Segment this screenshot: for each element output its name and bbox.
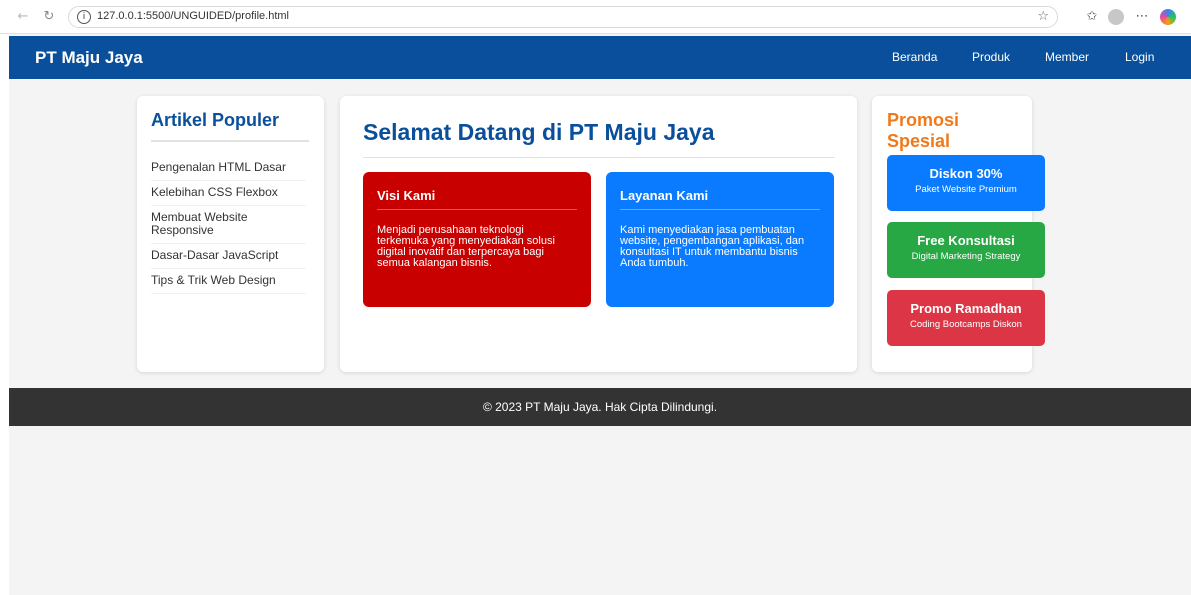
info-icon[interactable]: i: [77, 10, 91, 24]
favorites-icon[interactable]: ✩: [1082, 7, 1102, 27]
page-blank-area: [9, 426, 1191, 595]
nav-beranda[interactable]: Beranda: [892, 50, 937, 64]
article-link[interactable]: Dasar-Dasar JavaScript: [151, 244, 306, 269]
promo-heading: Diskon 30%: [929, 166, 1003, 181]
back-icon[interactable]: ←: [14, 8, 32, 26]
vision-title: Visi Kami: [377, 188, 577, 210]
services-text: Kami menyediakan jasa pembuatan website,…: [620, 224, 805, 269]
site-brand[interactable]: PT Maju Jaya: [35, 48, 143, 68]
browser-toolbar: ← ↻ i 127.0.0.1:5500/UNGUIDED/profile.ht…: [0, 0, 1191, 34]
promo-subtitle: Paket Website Premium: [915, 184, 1017, 195]
services-card: Layanan Kami Kami menyediakan jasa pembu…: [606, 172, 834, 307]
popular-articles-panel: Artikel Populer Pengenalan HTML Dasar Ke…: [137, 96, 324, 372]
article-link[interactable]: Tips & Trik Web Design: [151, 269, 306, 294]
promo-card-discount[interactable]: Diskon 30% Paket Website Premium: [887, 155, 1045, 211]
copilot-icon[interactable]: [1158, 7, 1178, 27]
promo-card-consultation[interactable]: Free Konsultasi Digital Marketing Strate…: [887, 222, 1045, 278]
sidebar-title: Artikel Populer: [151, 110, 309, 142]
promo-heading: Free Konsultasi: [917, 233, 1015, 248]
services-title: Layanan Kami: [620, 188, 820, 210]
nav-login[interactable]: Login: [1125, 50, 1154, 64]
main-content: Selamat Datang di PT Maju Jaya Visi Kami…: [340, 96, 857, 372]
more-icon[interactable]: ⋯: [1132, 7, 1152, 27]
promo-panel: Promosi Spesial Diskon 30% Paket Website…: [872, 96, 1045, 372]
article-link[interactable]: Kelebihan CSS Flexbox: [151, 181, 306, 206]
page-margin: [0, 34, 9, 595]
vision-card: Visi Kami Menjadi perusahaan teknologi t…: [363, 172, 591, 307]
star-icon[interactable]: ☆: [1037, 9, 1049, 24]
nav-produk[interactable]: Produk: [972, 50, 1010, 64]
article-link[interactable]: Pengenalan HTML Dasar: [151, 156, 306, 181]
promo-card-ramadhan[interactable]: Promo Ramadhan Coding Bootcamps Diskon: [887, 290, 1045, 346]
promo-subtitle: Digital Marketing Strategy: [911, 251, 1021, 262]
reload-icon[interactable]: ↻: [40, 8, 58, 26]
site-footer: © 2023 PT Maju Jaya. Hak Cipta Dilindung…: [9, 388, 1191, 426]
promo-subtitle: Coding Bootcamps Diskon: [910, 319, 1022, 330]
address-bar[interactable]: i 127.0.0.1:5500/UNGUIDED/profile.html ☆: [68, 6, 1058, 28]
page-title: Selamat Datang di PT Maju Jaya: [363, 119, 835, 158]
url-text[interactable]: 127.0.0.1:5500/UNGUIDED/profile.html: [97, 10, 289, 22]
promo-heading: Promo Ramadhan: [910, 301, 1022, 316]
site-header: PT Maju Jaya Beranda Produk Member Login: [9, 36, 1191, 79]
article-link[interactable]: Membuat Website Responsive: [151, 206, 306, 244]
vision-text: Menjadi perusahaan teknologi terkemuka y…: [377, 224, 555, 269]
profile-icon[interactable]: [1106, 7, 1126, 27]
article-list: Pengenalan HTML Dasar Kelebihan CSS Flex…: [151, 156, 306, 294]
nav-member[interactable]: Member: [1045, 50, 1089, 64]
